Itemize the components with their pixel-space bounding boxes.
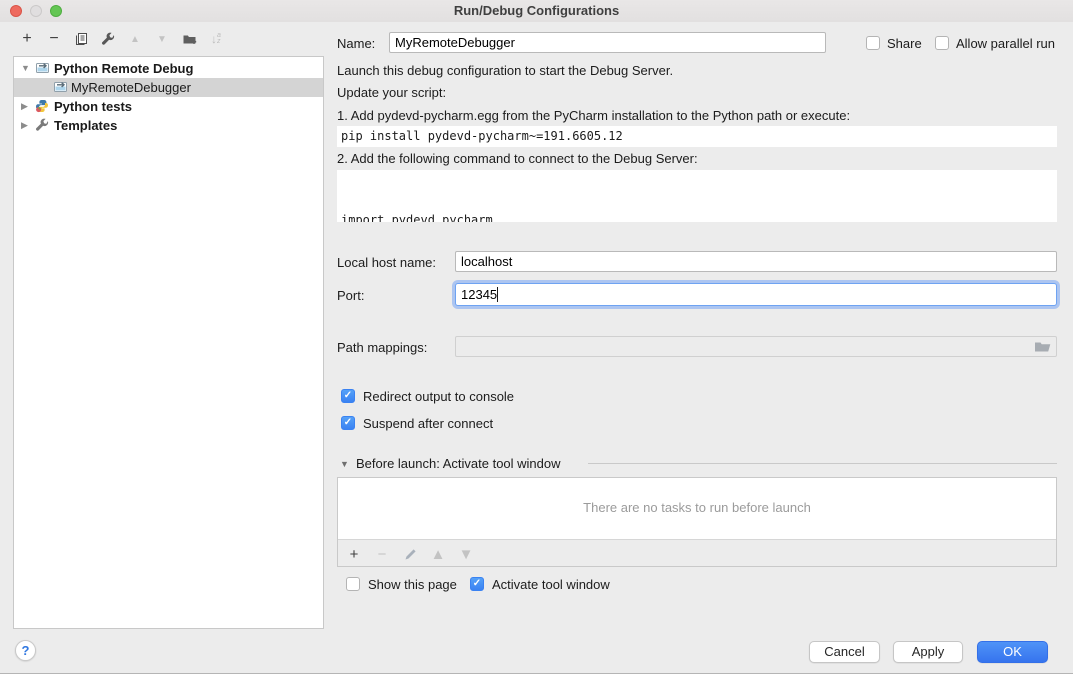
redirect-output-checkbox[interactable]: ✓ (341, 389, 355, 403)
remote-debug-icon (53, 80, 68, 94)
local-host-name-input[interactable] (455, 251, 1057, 272)
remove-configuration-icon[interactable]: − (46, 31, 62, 47)
text-cursor (497, 287, 498, 302)
port-input[interactable] (455, 283, 1057, 306)
window-title: Run/Debug Configurations (0, 3, 1073, 18)
suspend-after-connect-checkbox[interactable]: ✓ (341, 416, 355, 430)
section-divider (588, 463, 1057, 464)
help-button[interactable]: ? (15, 640, 36, 661)
description-line-1: Launch this debug configuration to start… (337, 63, 673, 78)
remove-task-icon: − (374, 546, 390, 562)
chevron-collapsed-icon[interactable]: ▶ (21, 116, 28, 135)
browse-folder-icon[interactable] (1034, 339, 1052, 354)
suspend-after-connect-label[interactable]: Suspend after connect (363, 416, 493, 431)
description-step-2: 2. Add the following command to connect … (337, 151, 698, 166)
configurations-tree: ▼ Python Remote Debug MyRemoteDebugger ▶ (13, 56, 324, 629)
show-this-page-checkbox[interactable] (346, 577, 360, 591)
chevron-collapsed-icon[interactable]: ▶ (21, 97, 28, 116)
name-input[interactable] (389, 32, 826, 53)
move-up-icon: ▲ (127, 31, 143, 47)
redirect-output-label[interactable]: Redirect output to console (363, 389, 514, 404)
share-label[interactable]: Share (887, 36, 922, 51)
tree-item-python-tests[interactable]: ▶ Python tests (14, 97, 323, 116)
description-line-2: Update your script: (337, 85, 446, 100)
copy-configuration-icon[interactable] (73, 31, 89, 47)
move-task-up-icon: ▲ (430, 546, 446, 562)
add-configuration-icon[interactable]: + (19, 31, 35, 47)
tree-item-label[interactable]: Templates (54, 116, 117, 135)
run-debug-configurations-dialog: Run/Debug Configurations + − ▲ ▼ ↓ az ▼ … (0, 0, 1073, 674)
path-mappings-input[interactable] (455, 336, 1057, 357)
show-this-page-label[interactable]: Show this page (368, 577, 457, 592)
tree-item-templates[interactable]: ▶ Templates (14, 116, 323, 135)
chevron-expanded-icon[interactable]: ▼ (21, 59, 30, 78)
settrace-code-block: import pydevd_pycharm pydevd_pycharm.set… (337, 170, 1057, 222)
tree-item-label[interactable]: Python Remote Debug (54, 59, 193, 78)
move-task-down-icon: ▼ (458, 546, 474, 562)
pip-install-code: pip install pydevd-pycharm~=191.6605.12 (337, 126, 1057, 147)
before-launch-collapse-icon[interactable]: ▼ (340, 459, 349, 469)
add-task-icon[interactable]: + (346, 546, 362, 562)
description-step-1: 1. Add pydevd-pycharm.egg from the PyCha… (337, 108, 850, 123)
sort-configurations-icon: ↓ az (208, 31, 224, 47)
tree-item-label[interactable]: MyRemoteDebugger (71, 78, 191, 97)
tree-item-label[interactable]: Python tests (54, 97, 132, 116)
edit-task-icon (402, 546, 418, 562)
new-folder-icon[interactable] (181, 31, 197, 47)
tasks-empty-message: There are no tasks to run before launch (338, 500, 1056, 515)
apply-button[interactable]: Apply (893, 641, 963, 663)
titlebar[interactable]: Run/Debug Configurations (0, 0, 1073, 22)
allow-parallel-run-checkbox[interactable] (935, 36, 949, 50)
tasks-toolbar: + − ▲ ▼ (346, 546, 474, 562)
path-mappings-label: Path mappings: (337, 340, 427, 355)
port-label: Port: (337, 288, 364, 303)
python-tests-icon (35, 99, 49, 113)
name-label: Name: (337, 36, 375, 51)
tasks-list[interactable]: There are no tasks to run before launch (338, 478, 1056, 540)
activate-tool-window-checkbox[interactable]: ✓ (470, 577, 484, 591)
settrace-code-line-1: import pydevd_pycharm (341, 211, 1057, 222)
before-launch-title: Before launch: Activate tool window (356, 456, 561, 471)
edit-templates-icon[interactable] (100, 31, 116, 47)
cancel-button[interactable]: Cancel (809, 641, 880, 663)
tree-item-python-remote-debug[interactable]: ▼ Python Remote Debug (14, 59, 323, 78)
local-host-name-label: Local host name: (337, 255, 436, 270)
move-down-icon: ▼ (154, 31, 170, 47)
ok-button[interactable]: OK (977, 641, 1048, 663)
share-checkbox[interactable] (866, 36, 880, 50)
tree-item-myremotedebugger[interactable]: MyRemoteDebugger (14, 78, 323, 97)
remote-debug-icon (35, 61, 50, 75)
allow-parallel-run-label[interactable]: Allow parallel run (956, 36, 1055, 51)
configurations-toolbar: + − ▲ ▼ ↓ az (19, 31, 224, 47)
templates-wrench-icon (35, 118, 49, 132)
before-launch-tasks-panel: There are no tasks to run before launch … (337, 477, 1057, 567)
activate-tool-window-label[interactable]: Activate tool window (492, 577, 610, 592)
